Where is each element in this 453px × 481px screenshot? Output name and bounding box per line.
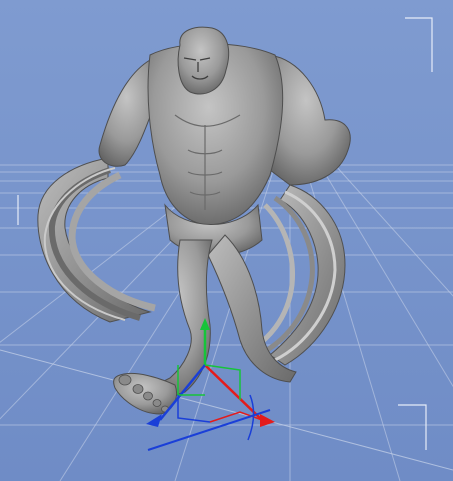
viewport-canvas[interactable] [0,0,453,481]
3d-viewport[interactable] [0,0,453,481]
